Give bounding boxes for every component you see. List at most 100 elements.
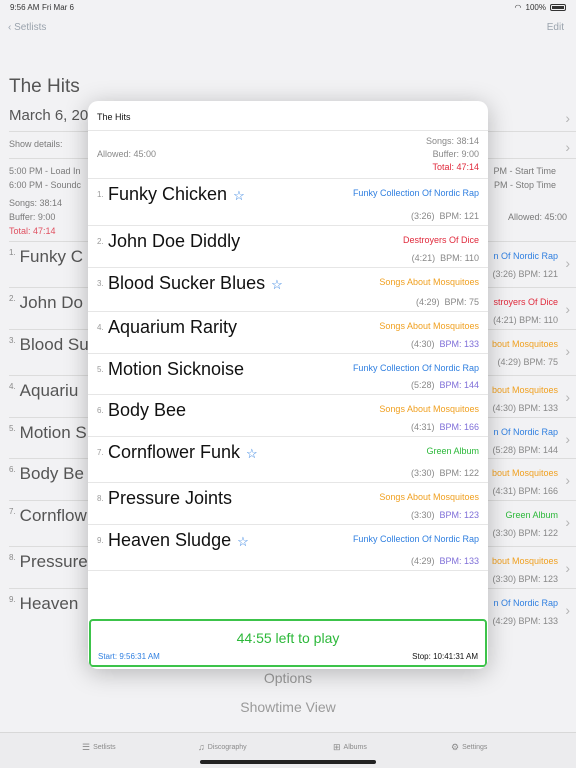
song-title: Pressure Joints xyxy=(108,488,232,509)
song-bpm: BPM: 110 xyxy=(440,253,479,263)
tab-discography[interactable]: ♫ Discography xyxy=(198,742,247,752)
song-row[interactable]: 2. John Doe Diddly Destroyers Of Dice (4:21… xyxy=(88,225,488,267)
showtime-view-button[interactable]: Showtime View xyxy=(0,699,576,715)
bg-songs-stat: Songs: 38:14 xyxy=(9,198,63,208)
song-row[interactable]: 9. Heaven Sludge ☆ Funky Collection Of Nord… xyxy=(88,524,488,570)
setlist-modal: The Hits Allowed: 45:00 Songs: 38:14 Buf… xyxy=(88,101,488,669)
star-icon: ☆ xyxy=(246,446,258,461)
song-title-text: Cornflower Funk xyxy=(108,442,241,462)
song-title: Cornflower Funk ☆ xyxy=(108,442,258,463)
song-bpm: BPM: 144 xyxy=(439,380,479,390)
bg-song-meta: (3:30) BPM: 123 xyxy=(492,574,558,584)
song-title: Motion Sicknoise xyxy=(108,359,244,380)
song-bpm: BPM: 166 xyxy=(439,422,479,432)
star-icon: ☆ xyxy=(271,277,283,292)
bg-total-value: 47:14 xyxy=(33,226,56,236)
tab-label: Settings xyxy=(462,744,488,751)
bg-song-title: Pressure xyxy=(19,552,88,571)
song-row[interactable]: 5. Motion Sicknoise Funky Collection Of No… xyxy=(88,353,488,394)
bg-song-number: 4. xyxy=(9,382,16,392)
bg-song-number: 9. xyxy=(9,595,16,605)
bg-song-title: Cornflow xyxy=(19,506,87,525)
tab-albums[interactable]: ⊞ Albums xyxy=(333,742,367,753)
bg-song-row[interactable]: 6. Body Be xyxy=(9,464,84,484)
time-left-panel[interactable]: 44:55 left to play Start: 9:56:31 AM Sto… xyxy=(89,619,487,667)
start-time-label: Start: 9:56:31 AM xyxy=(98,652,160,661)
time-left: 44:55 left to play xyxy=(236,630,340,646)
bg-allowed: Allowed: 45:00 xyxy=(507,212,567,222)
buffer-stat: Buffer: 9:00 xyxy=(432,149,479,159)
song-row[interactable]: 4. Aquarium Rarity Songs About Mosquitoes (… xyxy=(88,311,488,353)
song-duration: (4:21) xyxy=(411,253,436,263)
song-row[interactable]: 7. Cornflower Funk ☆ Green Album (3:30) BPM: … xyxy=(88,436,488,482)
soundcheck-time: 6:00 PM - Soundc xyxy=(9,180,82,190)
bg-song-row[interactable]: 1. Funky C xyxy=(9,247,83,267)
bg-song-meta: (3:26) BPM: 121 xyxy=(492,269,558,279)
bg-album-name: bout Mosquitoes xyxy=(491,385,558,395)
back-label: Setlists xyxy=(14,22,47,33)
modal-title: The Hits xyxy=(97,112,131,122)
chevron-right-icon: › xyxy=(565,343,570,359)
tab-settings[interactable]: ⚙ Settings xyxy=(451,742,487,753)
chevron-right-icon: › xyxy=(565,139,570,155)
song-title-text: Heaven Sludge xyxy=(108,530,232,550)
song-bpm: BPM: 133 xyxy=(439,339,479,349)
bg-song-title: Body Be xyxy=(19,464,84,483)
edit-button[interactable]: Edit xyxy=(547,22,564,33)
nav-bar: ‹ Setlists Edit xyxy=(0,18,576,40)
tab-setlists[interactable]: ☰ Setlists xyxy=(82,742,116,753)
album-name: Funky Collection Of Nordic Rap xyxy=(352,363,479,373)
chevron-right-icon: › xyxy=(565,389,570,405)
bg-song-row[interactable]: 4. Aquariu xyxy=(9,381,78,401)
bg-song-title: Aquariu xyxy=(19,381,79,400)
bg-song-row[interactable]: 8. Pressure xyxy=(9,552,88,572)
list-icon: ☰ xyxy=(82,742,91,752)
bg-song-meta: (5:28) BPM: 144 xyxy=(492,445,558,455)
song-title-text: Body Bee xyxy=(108,400,187,420)
bg-song-row[interactable]: 9. Heaven xyxy=(9,594,78,614)
bg-song-row[interactable]: 2. John Do xyxy=(9,293,83,313)
bg-song-row[interactable]: 3. Blood Su xyxy=(9,335,89,355)
options-button[interactable]: Options xyxy=(0,670,576,686)
status-date: Fri Mar 6 xyxy=(42,3,74,12)
bg-song-number: 5. xyxy=(9,424,16,434)
album-name: Green Album xyxy=(426,446,479,456)
song-row[interactable]: 6. Body Bee Songs About Mosquitoes (4:31) BP… xyxy=(88,394,488,436)
bg-song-row[interactable]: 7. Cornflow xyxy=(9,506,87,526)
bg-song-title: Blood Su xyxy=(19,335,89,354)
song-meta: (3:26) BPM: 121 xyxy=(411,211,479,221)
song-bpm: BPM: 123 xyxy=(439,510,479,520)
song-number: 4. xyxy=(97,323,104,332)
star-icon: ☆ xyxy=(233,188,245,203)
setlist-date[interactable]: March 6, 20 xyxy=(9,107,88,124)
song-title-text: Blood Sucker Blues xyxy=(108,273,266,293)
bg-song-meta: (4:21) BPM: 110 xyxy=(493,315,558,325)
tab-label: Discography xyxy=(207,743,247,751)
song-duration: (4:29) xyxy=(410,556,435,566)
bg-album-name: bout Mosquitoes xyxy=(491,468,558,478)
bg-song-meta: (4:29) BPM: 75 xyxy=(497,357,558,367)
bg-song-meta: (4:31) BPM: 166 xyxy=(492,486,558,496)
album-name: Funky Collection Of Nordic Rap xyxy=(352,188,479,198)
song-meta: (5:28) BPM: 144 xyxy=(411,380,479,390)
back-button[interactable]: ‹ Setlists xyxy=(8,22,46,33)
bg-album-name: Green Album xyxy=(505,510,558,520)
chevron-right-icon: › xyxy=(565,301,570,317)
song-duration: (4:30) xyxy=(410,339,435,349)
song-meta: (4:31) BPM: 166 xyxy=(411,422,479,432)
bg-song-row[interactable]: 5. Motion S xyxy=(9,423,87,443)
bg-buffer-stat: Buffer: 9:00 xyxy=(9,212,56,222)
tab-label: Albums xyxy=(343,744,367,751)
song-meta: (3:30) BPM: 123 xyxy=(411,510,479,520)
song-meta: (4:30) BPM: 133 xyxy=(411,339,479,349)
song-row[interactable]: 8. Pressure Joints Songs About Mosquitoes (… xyxy=(88,482,488,524)
album-name: Destroyers Of Dice xyxy=(402,235,479,245)
chevron-right-icon: › xyxy=(565,431,570,447)
song-title: John Doe Diddly xyxy=(108,231,240,252)
show-details-label[interactable]: Show details: xyxy=(9,139,63,149)
song-row[interactable]: 3. Blood Sucker Blues ☆ Songs About Mosquit… xyxy=(88,267,488,311)
song-title: Body Bee xyxy=(108,400,186,421)
song-title-text: Motion Sicknoise xyxy=(108,359,245,379)
song-row[interactable]: 1. Funky Chicken ☆ Funky Collection Of Nord… xyxy=(88,178,488,225)
bg-song-number: 3. xyxy=(9,336,16,346)
